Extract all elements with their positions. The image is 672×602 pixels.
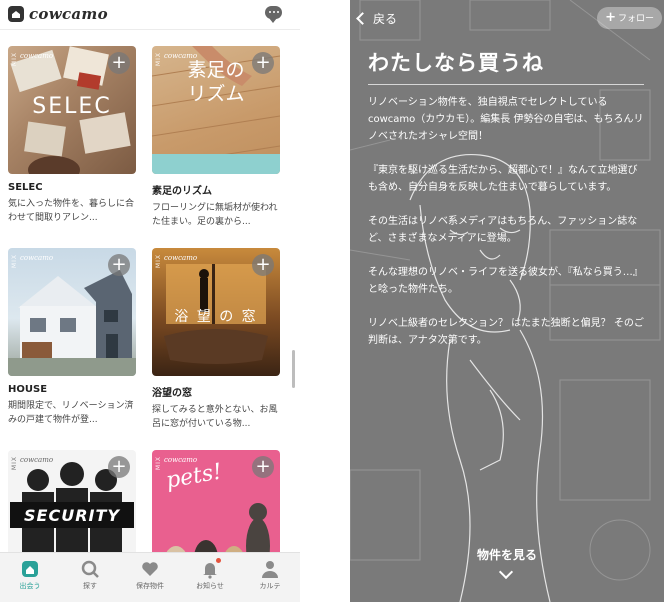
tab-saved[interactable]: 保存物件	[120, 553, 180, 602]
tab-label: お知らせ	[196, 582, 224, 590]
card-overlay-text: SECURITY	[24, 506, 120, 525]
card-description: 気に入った物件を、暮らしに合わせて間取りアレン...	[8, 199, 135, 223]
plus-icon: +	[605, 10, 616, 25]
line-art-background	[350, 0, 661, 602]
card-overlay-text: 浴 望 の 窓	[174, 309, 258, 325]
card-title: 浴望の窓	[152, 388, 192, 399]
collection-thumbnail[interactable]: SELEC MIX cowcamo +	[8, 46, 136, 174]
mix-label: MIX	[155, 254, 162, 269]
card-description: フローリングに無垢材が使われた住まい。足の裏から...	[152, 203, 278, 227]
mix-label: MIX	[11, 52, 18, 67]
tab-label: 保存物件	[136, 582, 164, 590]
collection-card[interactable]: SELEC MIX cowcamo + SELEC 気に入った物件を、暮らしに合…	[8, 46, 136, 225]
card-brand: cowcamo	[20, 52, 54, 60]
card-title: SELEC	[8, 182, 43, 193]
intro-paragraph: リノベ上級者のセレクション？ はたまた独断と偏見？ そのご判断は、アナタ次第です…	[368, 318, 644, 346]
bottom-tab-bar: 出会う 探す 保存物件 お知らせ カルテ	[0, 552, 300, 602]
add-collection-button[interactable]: +	[108, 52, 130, 74]
follow-label: フォロー	[617, 14, 654, 24]
chat-icon[interactable]	[265, 6, 282, 23]
tab-profile[interactable]: カルテ	[240, 553, 300, 602]
view-properties-button[interactable]: 物件を見る	[350, 546, 664, 563]
search-icon	[80, 559, 100, 579]
bell-icon	[200, 558, 221, 579]
card-brand: cowcamo	[164, 254, 198, 262]
collection-detail-screen: 戻る + フォロー わたしなら買うね リノベーション物件を、独自視点でセレクトして…	[350, 0, 664, 602]
card-brand: cowcamo	[164, 52, 198, 60]
scrollbar[interactable]	[292, 350, 295, 388]
card-description: 探してみると意外とない、お風呂に窓が付いている物...	[152, 405, 278, 429]
discover-screen: cowcamo SELEC MIX cowcamo + SELEC 気に入った物…	[0, 0, 300, 602]
intro-paragraph: リノベーション物件を、独自視点でセレクトしているcowcamo（カウカモ）。編集…	[368, 97, 644, 142]
intro-paragraph: 『東京を駆け巡る生活だから、超都心で！』なんて立地選びも含め、自分自身を反映した…	[368, 165, 638, 193]
mix-label: MIX	[155, 456, 162, 471]
intro-paragraph: そんな理想のリノベ・ライフを送る彼女が、『私なら買う…』と唸った物件たち。	[368, 267, 643, 295]
collection-card[interactable]: MIX cowcamo + HOUSE 期間限定で、リノベーション済みの戸建て物…	[8, 248, 136, 427]
tab-search[interactable]: 探す	[60, 553, 120, 602]
add-collection-button[interactable]: +	[252, 52, 274, 74]
card-brand: cowcamo	[20, 254, 54, 262]
collection-card[interactable]: 素足のリズム MIX cowcamo + 素足のリズム フローリングに無垢材が使…	[152, 46, 280, 229]
back-button[interactable]: 戻る	[356, 10, 398, 27]
card-overlay-text: SELEC	[32, 94, 112, 119]
card-title: 素足のリズム	[152, 186, 212, 197]
mix-label: MIX	[155, 52, 162, 67]
tab-label: 探す	[83, 582, 97, 590]
tab-label: 出会う	[19, 582, 41, 590]
house-logo-icon	[8, 6, 24, 22]
app-logo[interactable]: cowcamo	[8, 5, 108, 23]
collection-title: わたしなら買うね	[368, 51, 544, 75]
back-label: 戻る	[373, 12, 398, 26]
intro-paragraph: その生活はリノベ系メディアはもちろん、ファッション誌など、さまざまなメディアに登…	[368, 216, 638, 244]
collection-thumbnail[interactable]: MIX cowcamo +	[8, 248, 136, 376]
follow-button[interactable]: + フォロー	[597, 7, 662, 29]
mix-label: MIX	[11, 456, 18, 471]
add-collection-button[interactable]: +	[252, 254, 274, 276]
collection-thumbnail[interactable]: 浴 望 の 窓 MIX cowcamo +	[152, 248, 280, 376]
add-collection-button[interactable]: +	[108, 456, 130, 478]
collection-thumbnail[interactable]: 素足のリズム MIX cowcamo +	[152, 46, 280, 174]
tab-discover[interactable]: 出会う	[0, 553, 60, 602]
add-collection-button[interactable]: +	[108, 254, 130, 276]
mix-label: MIX	[11, 254, 18, 269]
home-icon	[20, 559, 40, 579]
chevron-left-icon	[356, 12, 369, 25]
title-divider	[368, 84, 644, 85]
logo-text: cowcamo	[29, 5, 108, 23]
screen: cowcamo SELEC MIX cowcamo + SELEC 気に入った物…	[0, 0, 672, 602]
notification-dot	[216, 558, 221, 563]
tab-notifications[interactable]: お知らせ	[180, 553, 240, 602]
card-description: 期間限定で、リノベーション済みの戸建て物件が登...	[8, 401, 134, 425]
card-title: HOUSE	[8, 384, 48, 395]
app-header: cowcamo	[0, 0, 300, 30]
card-brand: cowcamo	[164, 456, 198, 464]
card-overlay-text: 素足のリズム	[187, 59, 245, 105]
collection-card[interactable]: 浴 望 の 窓 MIX cowcamo + 浴望の窓 探してみると意外とない、お…	[152, 248, 280, 431]
tab-label: カルテ	[259, 582, 281, 590]
heart-icon	[140, 559, 160, 579]
add-collection-button[interactable]: +	[252, 456, 274, 478]
person-icon	[260, 559, 280, 579]
card-brand: cowcamo	[20, 456, 54, 464]
